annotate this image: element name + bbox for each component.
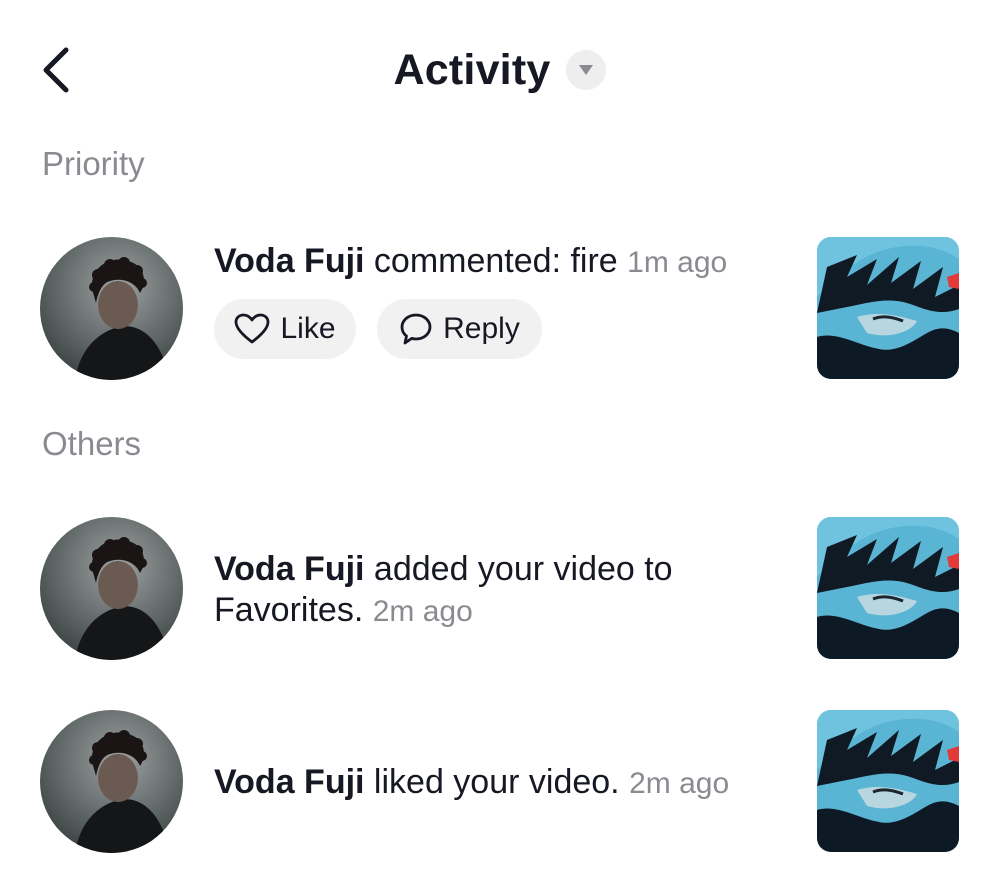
video-thumbnail[interactable] bbox=[817, 517, 959, 659]
heart-icon bbox=[235, 313, 270, 344]
notification-action: commented: fire bbox=[364, 242, 618, 280]
like-label: Like bbox=[280, 312, 336, 345]
notification-text[interactable]: Voda Fuji commented: fire 1m ago bbox=[214, 241, 727, 283]
reply-label: Reply bbox=[443, 312, 520, 345]
avatar[interactable] bbox=[40, 237, 183, 380]
page-title: Activity bbox=[393, 45, 551, 94]
chevron-down-icon bbox=[579, 65, 594, 75]
timestamp: 1m ago bbox=[627, 246, 728, 279]
avatar[interactable] bbox=[40, 517, 183, 660]
section-label-others: Others bbox=[42, 425, 142, 462]
comment-bubble-icon bbox=[400, 313, 432, 345]
reply-button[interactable]: Reply bbox=[377, 299, 542, 359]
section-label-priority: Priority bbox=[42, 145, 145, 182]
notification-action: liked your video. bbox=[364, 763, 620, 801]
username[interactable]: Voda Fuji bbox=[214, 242, 364, 280]
activity-filter-dropdown[interactable] bbox=[566, 50, 607, 90]
username[interactable]: Voda Fuji bbox=[214, 763, 364, 801]
timestamp: 2m ago bbox=[629, 767, 730, 800]
username[interactable]: Voda Fuji bbox=[214, 550, 364, 588]
like-button[interactable]: Like bbox=[214, 299, 356, 359]
video-thumbnail[interactable] bbox=[817, 710, 959, 852]
notification-text[interactable]: Voda Fuji liked your video. 2m ago bbox=[214, 762, 729, 804]
timestamp: 2m ago bbox=[372, 595, 473, 628]
notification-text[interactable]: Voda Fuji added your video to Favorites.… bbox=[214, 549, 774, 632]
header-bar: Activity bbox=[0, 0, 1000, 140]
avatar[interactable] bbox=[40, 710, 183, 853]
video-thumbnail[interactable] bbox=[817, 237, 959, 379]
